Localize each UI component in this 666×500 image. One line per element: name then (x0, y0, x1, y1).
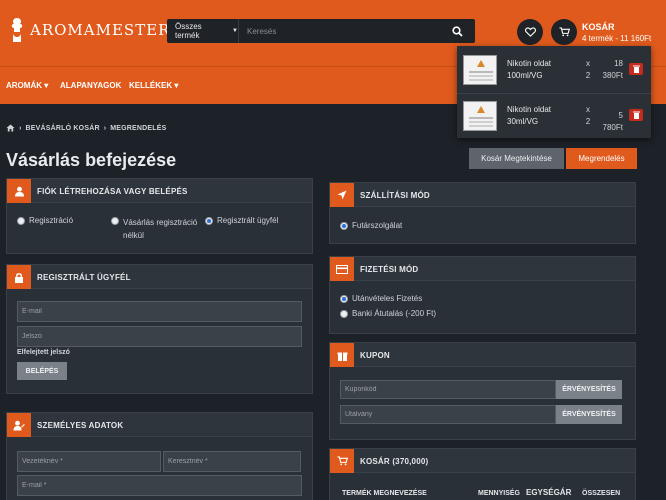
panel-title: SZEMÉLYES ADATOK (37, 421, 124, 430)
trash-icon (632, 65, 640, 73)
gift-icon (330, 343, 354, 367)
cart-summary-title: KOSÁR (582, 22, 615, 32)
payment-panel: FIZETÉSI MÓD Utánvételes Fizetés Banki Á… (329, 256, 636, 334)
lock-icon (7, 265, 31, 289)
chevron-down-icon: ▼ (232, 28, 238, 34)
cart-panel: KOSÁR (370,000) TERMÉK MEGNEVEZÉSE MENNY… (329, 448, 636, 500)
radio-circle-selected[interactable] (205, 217, 213, 225)
order-button[interactable]: Megrendelés (566, 148, 637, 169)
voucher-field[interactable] (340, 405, 556, 424)
search-category-label: Összes termék (175, 22, 202, 40)
radio-guest-checkout[interactable]: Vásárlás regisztráció nélkül (111, 216, 203, 242)
radio-registered-customer[interactable]: Regisztrált ügyfél (205, 216, 278, 225)
email-field[interactable] (17, 301, 302, 322)
search-bar: Összes termék ▼ (167, 19, 475, 43)
brand-logo[interactable]: AROMAMESTER (8, 16, 170, 44)
cart-item-qty-label: x2 (585, 105, 591, 126)
apply-coupon-button[interactable]: ÉRVÉNYESÍTÉS (556, 380, 622, 399)
radio-registration[interactable]: Regisztráció (17, 216, 73, 225)
account-panel: FIÓK LÉTREHOZÁSA VAGY BELÉPÉS Regisztrác… (6, 178, 313, 254)
cart-dropdown-item[interactable]: Nikotin oldat 30ml/VG x2 5 780Ft (457, 94, 651, 138)
view-cart-button[interactable]: Kosár Megtekintése (469, 148, 564, 169)
nav-item-alapanyagok[interactable]: ALAPANYAGOK (60, 81, 121, 90)
column-product-name: TERMÉK MEGNEVEZÉSE (342, 490, 427, 497)
column-quantity: MENNYISÉG (478, 490, 521, 497)
shipping-panel: SZÁLLÍTÁSI MÓD Futárszolgálat (329, 182, 636, 244)
trash-icon (632, 111, 640, 119)
cart-button[interactable] (551, 19, 577, 45)
home-icon[interactable] (6, 124, 15, 132)
product-thumbnail (463, 101, 497, 131)
chef-icon (8, 16, 26, 44)
search-input[interactable] (239, 19, 439, 43)
radio-cash-on-delivery[interactable]: Utánvételes Fizetés (340, 294, 422, 303)
cart-item-price: 5 780Ft (602, 111, 623, 132)
location-arrow-icon (330, 183, 354, 207)
credit-card-icon (330, 257, 354, 281)
personal-email-field[interactable] (17, 475, 302, 496)
cart-summary[interactable]: KOSÁR 4 termék - 11 160Ft (582, 22, 651, 43)
user-icon (7, 179, 31, 203)
column-unit-price: EGYSÉGÁR (526, 488, 572, 497)
password-field[interactable] (17, 326, 302, 347)
delete-item-button[interactable] (629, 109, 643, 121)
radio-circle[interactable] (17, 217, 25, 225)
panel-title: KOSÁR (370,000) (360, 457, 429, 466)
cart-dropdown-item[interactable]: Nikotin oldat 100ml/VG x2 18 380Ft (457, 48, 651, 94)
login-panel: REGISZTRÁLT ÜGYFÉL Elfelejtett jelszó BE… (6, 264, 313, 394)
breadcrumb-cart[interactable]: BEVÁSÁRLÓ KOSÁR (26, 125, 100, 132)
personal-data-panel: SZEMÉLYES ADATOK (6, 412, 313, 500)
search-button[interactable] (439, 19, 475, 43)
panel-title: FIÓK LÉTREHOZÁSA VAGY BELÉPÉS (37, 187, 188, 196)
brand-name: AROMAMESTER (30, 21, 171, 39)
breadcrumb-separator: › (19, 124, 22, 132)
radio-bank-transfer[interactable]: Banki Átutalás (-200 Ft) (340, 309, 436, 318)
delete-item-button[interactable] (629, 63, 643, 75)
user-edit-icon (7, 413, 31, 437)
cart-dropdown: Nikotin oldat 100ml/VG x2 18 380Ft Nikoti… (457, 46, 651, 138)
cart-item-qty-label: x2 (585, 59, 591, 80)
firstname-field[interactable] (163, 451, 301, 472)
radio-circle[interactable] (111, 217, 119, 225)
breadcrumb-order: MEGRENDELÉS (110, 124, 167, 132)
panel-header: KUPON (330, 343, 635, 367)
panel-title: SZÁLLÍTÁSI MÓD (360, 191, 430, 200)
panel-title: FIZETÉSI MÓD (360, 265, 419, 274)
radio-courier[interactable]: Futárszolgálat (340, 221, 402, 230)
page-title: Vásárlás befejezése (6, 150, 177, 170)
search-icon (451, 25, 463, 37)
cart-icon (559, 27, 570, 37)
heart-icon (524, 27, 536, 37)
coupon-code-field[interactable] (340, 380, 556, 399)
panel-header: FIZETÉSI MÓD (330, 257, 635, 281)
column-total: ÖSSZESEN (582, 490, 621, 497)
search-category-select[interactable]: Összes termék ▼ (167, 19, 239, 43)
radio-circle-selected[interactable] (340, 222, 348, 230)
cart-item-name: Nikotin oldat 100ml/VG (507, 59, 552, 80)
nav-item-aromak[interactable]: AROMÁK ▾ (6, 81, 48, 90)
panel-title: REGISZTRÁLT ÜGYFÉL (37, 273, 131, 282)
radio-circle-selected[interactable] (340, 295, 348, 303)
panel-header: REGISZTRÁLT ÜGYFÉL (7, 265, 312, 289)
lastname-field[interactable] (17, 451, 161, 472)
radio-circle[interactable] (340, 310, 348, 318)
cart-icon (330, 449, 354, 473)
apply-voucher-button[interactable]: ÉRVÉNYESÍTÉS (556, 405, 622, 424)
breadcrumb-separator: › (103, 124, 107, 132)
product-thumbnail (463, 55, 497, 85)
panel-header: SZEMÉLYES ADATOK (7, 413, 312, 437)
forgot-password-link[interactable]: Elfelejtett jelszó (17, 349, 70, 356)
wishlist-button[interactable] (517, 19, 543, 45)
panel-header: FIÓK LÉTREHOZÁSA VAGY BELÉPÉS (7, 179, 312, 203)
cart-summary-info: 4 termék - 11 160Ft (582, 34, 652, 43)
breadcrumb: › BEVÁSÁRLÓ KOSÁR › MEGRENDELÉS (6, 124, 167, 132)
cart-item-name: Nikotin oldat 30ml/VG (507, 105, 552, 126)
nav-item-kellekek[interactable]: KELLÉKEK ▾ (129, 81, 178, 90)
cart-item-price: 18 380Ft (602, 59, 623, 80)
login-button[interactable]: BELÉPÉS (17, 362, 67, 380)
coupon-panel: KUPON ÉRVÉNYESÍTÉS ÉRVÉNYESÍTÉS (329, 342, 636, 440)
panel-header: KOSÁR (370,000) (330, 449, 635, 473)
panel-header: SZÁLLÍTÁSI MÓD (330, 183, 635, 207)
panel-title: KUPON (360, 351, 390, 360)
